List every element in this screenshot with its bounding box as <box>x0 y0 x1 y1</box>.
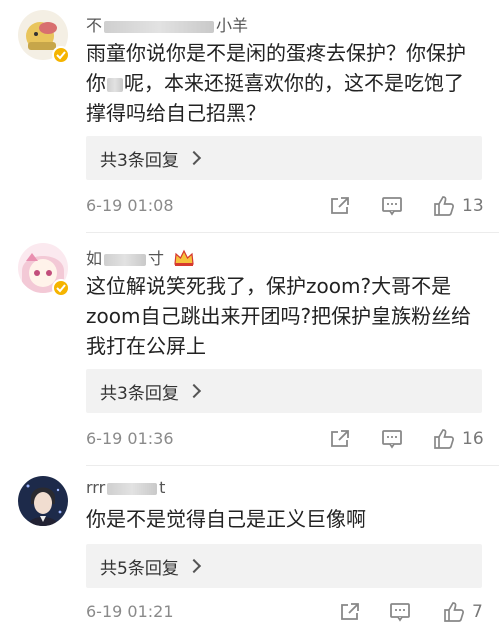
crown-badge-icon <box>173 249 195 271</box>
comment-icon <box>382 430 402 449</box>
username[interactable]: 不小羊 <box>86 12 248 36</box>
share-button[interactable] <box>338 598 362 625</box>
redacted-blur <box>107 482 158 495</box>
view-replies-button[interactable]: 共5条回复 <box>86 544 482 588</box>
like-count: 13 <box>462 196 484 216</box>
comment-footer: 6-19 01:21 7 <box>86 598 486 625</box>
comment-text: 这位解说笑死我了，保护zoom?大哥不是 zoom自己跳出来开团吗?把保护皇族粉… <box>86 274 472 358</box>
username[interactable]: 如寸 <box>86 245 195 271</box>
comment-footer: 6-19 01:08 13 <box>86 192 486 220</box>
like-count: 7 <box>472 602 483 622</box>
share-button[interactable] <box>328 425 352 453</box>
comment-footer: 6-19 01:36 16 <box>86 425 486 453</box>
like-count: 16 <box>462 429 484 449</box>
comment-button[interactable] <box>388 598 412 625</box>
avatar[interactable] <box>18 476 68 526</box>
redacted-blur <box>107 77 123 92</box>
share-button[interactable] <box>328 192 352 220</box>
chevron-right-icon <box>186 150 201 166</box>
like-button[interactable]: 7 <box>442 598 483 625</box>
thumbs-up-icon <box>434 196 454 216</box>
like-button[interactable]: 13 <box>432 192 484 220</box>
timestamp: 6-19 01:36 <box>86 429 174 448</box>
share-icon <box>331 430 349 447</box>
thumbs-up-icon <box>444 602 464 622</box>
thumbs-up-icon <box>434 429 454 449</box>
comment-button[interactable] <box>380 192 404 220</box>
username[interactable]: rrr t <box>86 478 165 497</box>
like-button[interactable]: 16 <box>432 425 484 453</box>
comment-button[interactable] <box>380 425 404 453</box>
view-replies-button[interactable]: 共3条回复 <box>86 369 482 413</box>
view-replies-button[interactable]: 共3条回复 <box>86 136 482 180</box>
redacted-blur <box>104 20 215 33</box>
redacted-blur <box>104 253 147 266</box>
verified-badge-icon <box>52 46 70 64</box>
comment-item: 如寸 这位解说笑死我了，保护zoom?大哥不是 zoom自己跳出来开团吗?把保护… <box>0 233 499 463</box>
comment-item: 不小羊 雨童你说你是不是闲的蛋疼去保护？你保护 你呢，本来还挺喜欢你的，这不是吃… <box>0 0 499 232</box>
avatar-image-icon <box>18 476 68 526</box>
verified-badge-icon <box>52 279 70 297</box>
share-icon <box>341 603 359 620</box>
chevron-right-icon <box>186 558 201 574</box>
comment-icon <box>390 603 410 622</box>
chevron-right-icon <box>186 383 201 399</box>
timestamp: 6-19 01:08 <box>86 196 174 215</box>
timestamp: 6-19 01:21 <box>86 602 174 621</box>
comment-icon <box>382 197 402 216</box>
share-icon <box>331 197 349 214</box>
comment-item: rrr t 你是不是觉得自己是正义巨像啊 共5条回复 6-19 01:21 7 <box>0 466 499 625</box>
comment-text: 雨童你说你是不是闲的蛋疼去保护？你保护 你呢，本来还挺喜欢你的，这不是吃饱了 撑… <box>86 41 466 125</box>
comment-text: 你是不是觉得自己是正义巨像啊 <box>86 507 366 531</box>
